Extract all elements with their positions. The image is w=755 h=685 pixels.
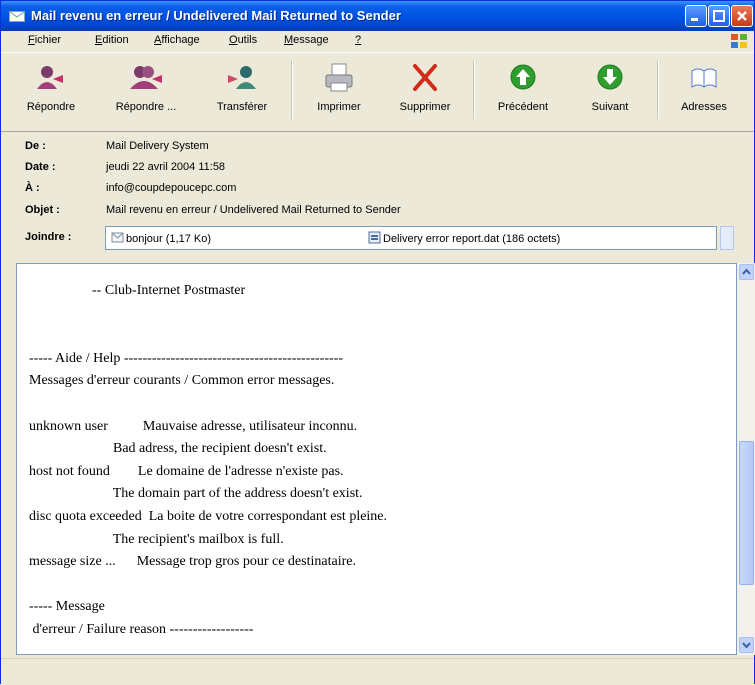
status-bar xyxy=(1,658,754,685)
attachment-item[interactable]: Delivery error report.dat (186 octets) xyxy=(368,231,560,245)
toolbar-separator xyxy=(291,61,293,119)
toolbar-separator xyxy=(657,61,659,119)
body-scrollbar[interactable] xyxy=(737,263,755,655)
attachment-file-icon xyxy=(368,231,381,244)
attach-label: Joindre : xyxy=(25,231,72,243)
to-value: info@coupdepoucepc.com xyxy=(106,182,237,194)
date-value: jeudi 22 avril 2004 11:58 xyxy=(106,161,226,173)
scroll-down-arrow[interactable] xyxy=(739,637,754,653)
from-label: De : xyxy=(25,140,46,152)
subject-label: Objet : xyxy=(25,204,60,216)
minimize-icon xyxy=(691,18,698,21)
close-button[interactable] xyxy=(731,5,753,27)
window-title: Mail revenu en erreur / Undelivered Mail… xyxy=(31,8,401,23)
menu-outils[interactable]: Outils xyxy=(229,34,257,46)
menu-affichage[interactable]: Affichage xyxy=(154,34,200,46)
reply-all-button[interactable]: Répondre ... xyxy=(105,57,187,121)
attachments-scrollbar[interactable] xyxy=(720,226,734,250)
printer-icon xyxy=(325,63,353,92)
menu-edition[interactable]: Edition xyxy=(95,34,129,46)
envelope-app-icon xyxy=(9,11,25,22)
to-label: À : xyxy=(25,182,40,194)
delete-button[interactable]: Supprimer xyxy=(387,57,463,121)
previous-button[interactable]: Précédent xyxy=(485,57,561,121)
address-book-icon xyxy=(691,68,717,88)
next-button[interactable]: Suivant xyxy=(577,57,643,121)
attachments-box: bonjour (1,17 Ko) Delivery error report.… xyxy=(105,226,717,250)
maximize-button[interactable] xyxy=(708,5,730,27)
toolbar: Répondre Répondre ... Transférer Imprime… xyxy=(1,52,754,132)
print-button[interactable]: Imprimer xyxy=(303,57,375,121)
menu-help[interactable]: ? xyxy=(355,34,361,46)
reply-icon xyxy=(37,66,63,89)
from-value: Mail Delivery System xyxy=(106,140,209,152)
chevron-down-icon xyxy=(742,642,751,649)
reply-button[interactable]: Répondre xyxy=(15,57,87,121)
date-label: Date : xyxy=(25,161,56,173)
windows-flag-icon xyxy=(731,34,747,48)
delete-x-icon xyxy=(413,64,437,91)
minimize-button[interactable] xyxy=(685,5,707,27)
addresses-button[interactable]: Adresses xyxy=(669,57,739,121)
attachment-item[interactable]: bonjour (1,17 Ko) xyxy=(111,231,211,245)
toolbar-separator xyxy=(473,61,475,119)
close-icon xyxy=(737,11,747,21)
mail-window: Mail revenu en erreur / Undelivered Mail… xyxy=(0,0,755,685)
forward-button[interactable]: Transférer xyxy=(203,57,281,121)
menu-bar: Fichier Edition Affichage Outils Message… xyxy=(1,31,754,51)
arrow-down-icon xyxy=(597,64,623,90)
arrow-up-icon xyxy=(510,64,536,90)
attachment-file-icon xyxy=(111,232,124,243)
message-text: -- Club-Internet Postmaster ----- Aide /… xyxy=(29,283,388,637)
maximize-icon xyxy=(713,10,725,22)
subject-value: Mail revenu en erreur / Undelivered Mail… xyxy=(106,204,401,216)
forward-icon xyxy=(228,66,256,89)
message-body[interactable]: -- Club-Internet Postmaster ----- Aide /… xyxy=(16,263,737,655)
scroll-thumb[interactable] xyxy=(739,441,754,585)
chevron-up-icon xyxy=(742,268,751,275)
menu-message[interactable]: Message xyxy=(284,34,329,46)
reply-all-icon xyxy=(130,66,162,89)
menu-fichier[interactable]: Fichier xyxy=(28,34,61,46)
title-bar[interactable]: Mail revenu en erreur / Undelivered Mail… xyxy=(1,1,754,31)
scroll-up-arrow[interactable] xyxy=(739,264,754,280)
